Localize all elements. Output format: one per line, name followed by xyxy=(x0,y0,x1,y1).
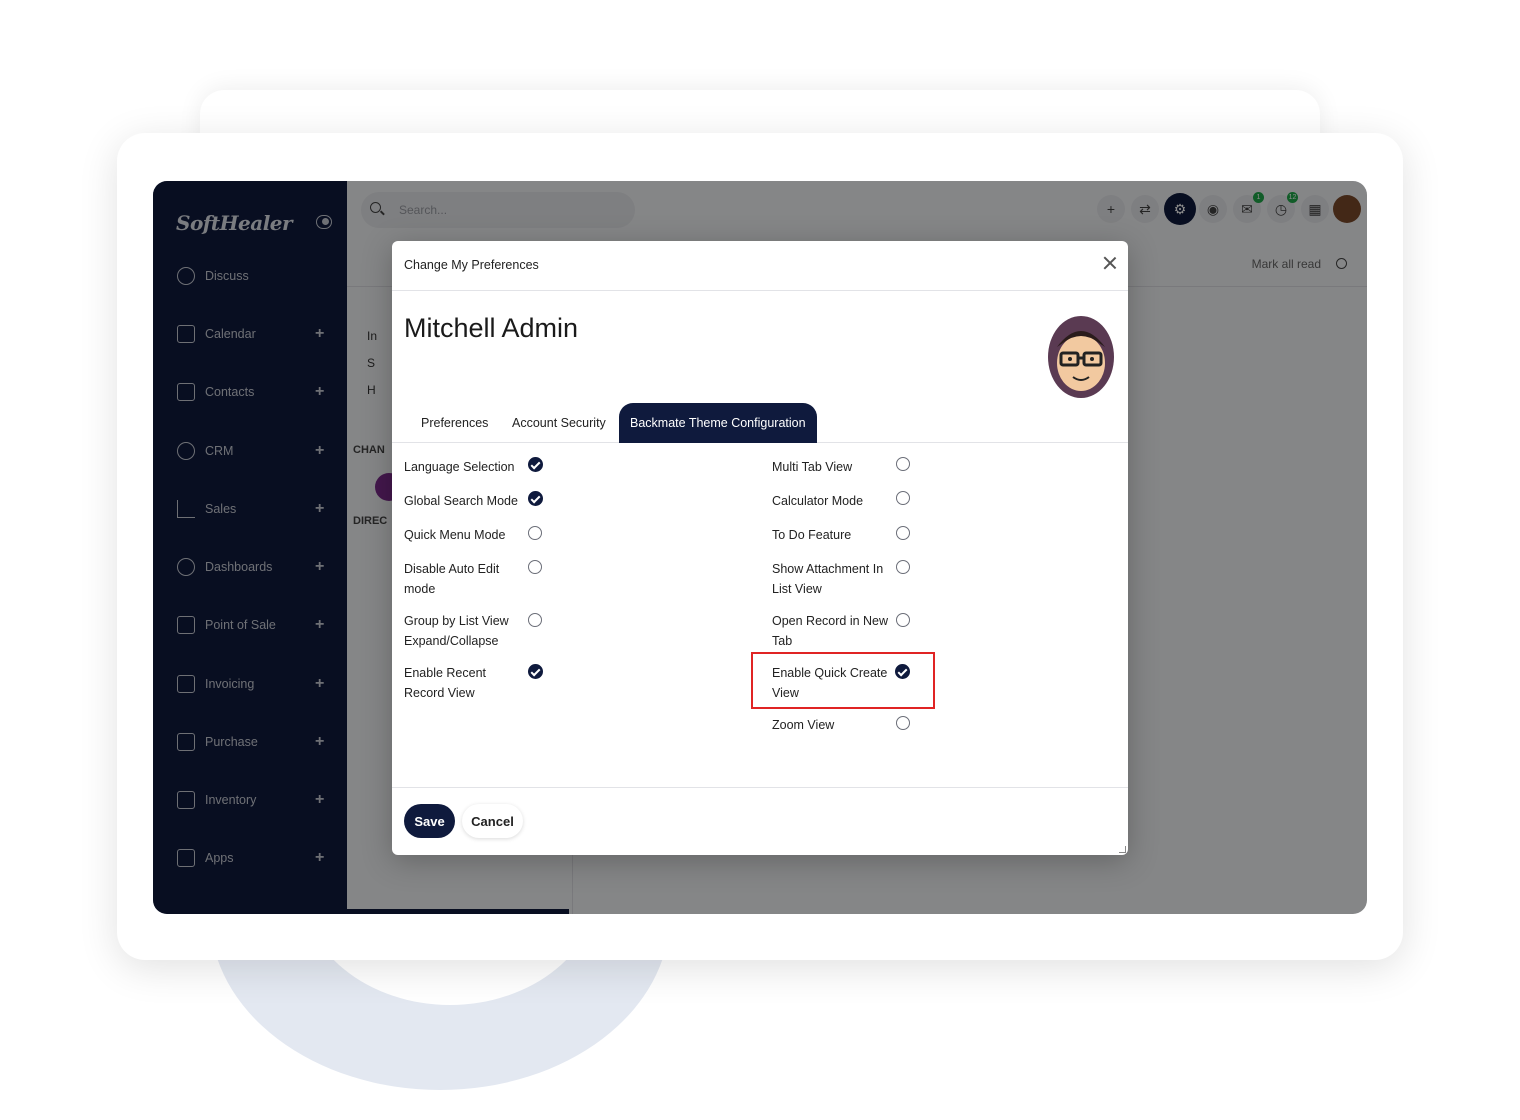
modal-tabs: Preferences Account Security Backmate Th… xyxy=(392,403,1128,443)
option-label: Enable Quick Create View xyxy=(772,666,888,700)
multi-tab-view-checkbox[interactable] xyxy=(896,457,910,471)
tab-backmate-theme-configuration[interactable]: Backmate Theme Configuration xyxy=(619,403,817,443)
tab-account-security[interactable]: Account Security xyxy=(501,403,617,443)
option-label: Calculator Mode xyxy=(772,494,864,508)
global-search-mode-checkbox[interactable] xyxy=(528,491,543,506)
option-label: Enable Recent Record View xyxy=(404,666,487,700)
user-avatar[interactable] xyxy=(1047,313,1115,399)
option-label: Global Search Mode xyxy=(404,494,518,508)
option-label: Language Selection xyxy=(404,460,515,474)
option-label: Disable Auto Edit mode xyxy=(404,562,500,596)
modal-title: Change My Preferences xyxy=(404,258,539,272)
group-by-list-view-checkbox[interactable] xyxy=(528,613,542,627)
modal-footer: Save Cancel xyxy=(392,787,1128,855)
option-label: Quick Menu Mode xyxy=(404,528,506,542)
cancel-button[interactable]: Cancel xyxy=(462,804,523,838)
app-screen: SoftHealer Discuss Calendar + Contacts +… xyxy=(153,181,1367,914)
option-label: To Do Feature xyxy=(772,528,852,542)
open-record-new-tab-checkbox[interactable] xyxy=(896,613,910,627)
to-do-feature-checkbox[interactable] xyxy=(896,526,910,540)
quick-menu-mode-checkbox[interactable] xyxy=(528,526,542,540)
option-label: Zoom View xyxy=(772,718,835,732)
language-selection-checkbox[interactable] xyxy=(528,457,543,472)
calculator-mode-checkbox[interactable] xyxy=(896,491,910,505)
modal-header: Change My Preferences xyxy=(392,241,1128,291)
option-label: Multi Tab View xyxy=(772,460,853,474)
zoom-view-checkbox[interactable] xyxy=(896,716,910,730)
preferences-modal: Change My Preferences Mitchell Admin Pre… xyxy=(392,241,1128,855)
enable-recent-record-view-checkbox[interactable] xyxy=(528,664,543,679)
enable-quick-create-view-checkbox[interactable] xyxy=(895,664,910,679)
close-icon[interactable] xyxy=(1102,255,1118,271)
option-label: Show Attachment In List View xyxy=(772,562,884,596)
tab-preferences[interactable]: Preferences xyxy=(410,403,499,443)
stage: SoftHealer Discuss Calendar + Contacts +… xyxy=(0,0,1520,1120)
save-button[interactable]: Save xyxy=(404,804,455,838)
show-attachment-checkbox[interactable] xyxy=(896,560,910,574)
resize-handle[interactable] xyxy=(1119,846,1126,853)
option-label: Open Record in New Tab xyxy=(772,614,889,648)
user-name[interactable]: Mitchell Admin xyxy=(404,313,578,344)
disable-auto-edit-checkbox[interactable] xyxy=(528,560,542,574)
option-label: Group by List View Expand/Collapse xyxy=(404,614,509,648)
